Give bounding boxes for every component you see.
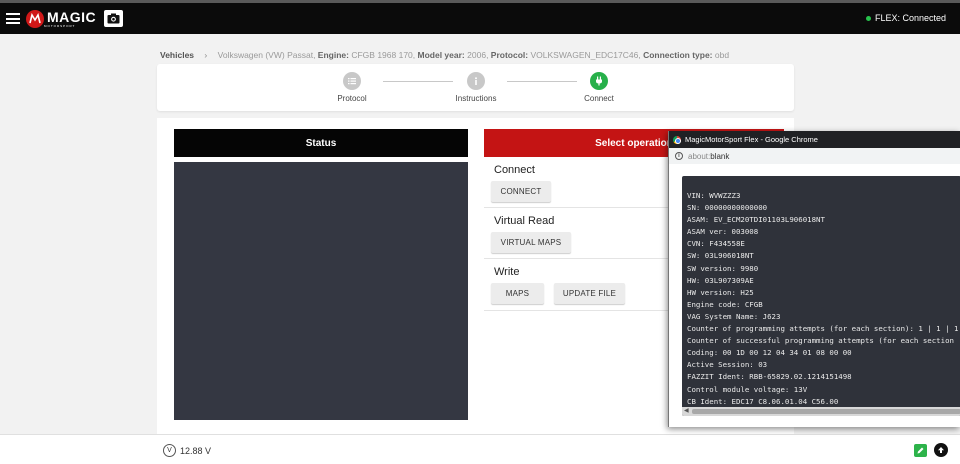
breadcrumb-connection-label: Connection type: bbox=[643, 50, 713, 60]
breadcrumb-engine-label: Engine: bbox=[317, 50, 349, 60]
console-line: Control module voltage: 13V bbox=[687, 384, 808, 394]
stepper: Protocol Instructions Connect bbox=[157, 64, 794, 111]
chevron-right-icon: › bbox=[204, 50, 208, 60]
breadcrumb-engine: CFGB 1968 170 bbox=[351, 50, 413, 60]
console-line: ASAM: EV_ECM20TDI01103L906018NT bbox=[687, 215, 825, 225]
chrome-icon bbox=[673, 135, 681, 144]
connect-title: Connect bbox=[494, 164, 535, 176]
scroll-left-icon[interactable]: ◀ bbox=[684, 408, 689, 415]
console-line: Coding: 00 1D 00 12 04 34 01 08 00 00 bbox=[687, 348, 852, 358]
step-connect[interactable]: Connect bbox=[559, 72, 639, 103]
voltage-icon: V bbox=[163, 444, 176, 457]
ecu-info-console: VIN: WVWZZZ3 SN: 00000000000000 ASAM: EV_E… bbox=[682, 176, 960, 416]
breadcrumb-vehicles-link[interactable]: Vehicles bbox=[160, 50, 194, 60]
console-line: Engine code: CFGB bbox=[687, 299, 763, 309]
breadcrumb-connection: obd bbox=[714, 50, 730, 60]
maps-button[interactable]: MAPS bbox=[491, 283, 544, 304]
info-icon[interactable]: i bbox=[675, 152, 683, 160]
magic-logo-icon bbox=[26, 9, 44, 28]
connect-button[interactable]: CONNECT bbox=[491, 181, 551, 202]
console-line: VAG System Name: J623 bbox=[687, 311, 781, 321]
breadcrumb-protocol-label: Protocol: bbox=[490, 50, 529, 60]
step-protocol[interactable]: Protocol bbox=[312, 72, 392, 103]
virtual-read-title: Virtual Read bbox=[494, 215, 555, 227]
breadcrumb-model-year: 2006 bbox=[467, 50, 487, 60]
breadcrumb-protocol: VOLKSWAGEN_EDC17C46 bbox=[530, 50, 639, 60]
list-icon bbox=[343, 72, 361, 90]
console-line: HW version: H25 bbox=[687, 287, 754, 297]
console-line: VIN: WVWZZZ3 bbox=[687, 191, 741, 200]
console-line: CB Ident: EDC17 C8.06.01.04 C56.00 bbox=[687, 396, 839, 406]
logo[interactable]: MAGIC MOTORSPORT bbox=[44, 10, 96, 28]
edit-icon[interactable] bbox=[914, 444, 927, 457]
flex-connection-status: FLEX: Connected bbox=[865, 13, 946, 23]
console-line: SN: 00000000000000 bbox=[687, 203, 768, 213]
console-line: CVN: F434558E bbox=[687, 239, 745, 249]
status-console bbox=[174, 162, 468, 420]
popup-titlebar[interactable]: MagicMotorSport Flex - Google Chrome bbox=[669, 131, 960, 148]
status-dot-icon bbox=[865, 15, 871, 21]
logo-text: MAGIC bbox=[47, 8, 97, 25]
breadcrumb-vehicle: Volkswagen (VW) Passat bbox=[217, 50, 314, 60]
address-bar[interactable]: i about: blank bbox=[669, 148, 960, 164]
step-label: Protocol bbox=[337, 94, 367, 103]
info-icon bbox=[467, 72, 485, 90]
popup-footer bbox=[669, 416, 960, 427]
console-line: Counter of programming attempts (for eac… bbox=[687, 324, 959, 334]
console-line: FAZZIT Ident: RBB-65829.02.1214151498 bbox=[687, 372, 852, 382]
console-line: HW: 03L907309AE bbox=[687, 275, 754, 285]
flex-status-label: FLEX: Connected bbox=[874, 13, 946, 23]
console-output: VIN: WVWZZZ3 SN: 00000000000000 ASAM: EV_E… bbox=[687, 190, 958, 408]
status-header: Status bbox=[174, 129, 468, 157]
console-line: SW: 03L906018NT bbox=[687, 251, 754, 261]
menu-icon[interactable] bbox=[6, 13, 20, 24]
console-line: Counter of successful programming attemp… bbox=[687, 336, 954, 346]
breadcrumb: Vehicles › Volkswagen (VW) Passat, Engin… bbox=[160, 50, 730, 60]
popup-title: MagicMotorSport Flex - Google Chrome bbox=[685, 135, 818, 144]
address-prefix: about: bbox=[688, 151, 711, 161]
plug-icon bbox=[590, 72, 608, 90]
breadcrumb-model-year-label: Model year: bbox=[417, 50, 465, 60]
console-line: ASAM ver: 003008 bbox=[687, 227, 759, 237]
step-label: Instructions bbox=[455, 94, 497, 103]
virtual-maps-button[interactable]: VIRTUAL MAPS bbox=[491, 232, 571, 253]
step-label: Connect bbox=[584, 94, 614, 103]
arrow-up-icon[interactable] bbox=[934, 443, 948, 457]
chrome-popup-window[interactable]: MagicMotorSport Flex - Google Chrome i a… bbox=[668, 131, 960, 427]
console-line: SW version: 9980 bbox=[687, 263, 759, 273]
step-instructions[interactable]: Instructions bbox=[436, 72, 516, 103]
scrollbar-thumb[interactable] bbox=[692, 409, 960, 414]
write-title: Write bbox=[494, 266, 520, 278]
address-suffix: blank bbox=[710, 151, 730, 161]
console-line: Active Session: 03 bbox=[687, 360, 768, 370]
bottom-bar: V 12.88 V bbox=[0, 434, 960, 464]
camera-icon[interactable] bbox=[104, 10, 124, 27]
update-file-button[interactable]: UPDATE FILE bbox=[554, 283, 625, 304]
top-bar: MAGIC MOTORSPORT FLEX: Connected bbox=[0, 0, 960, 34]
horizontal-scrollbar[interactable]: ◀ bbox=[682, 407, 960, 416]
voltage-value: 12.88 V bbox=[180, 445, 212, 456]
voltage-indicator: V 12.88 V bbox=[163, 444, 211, 457]
